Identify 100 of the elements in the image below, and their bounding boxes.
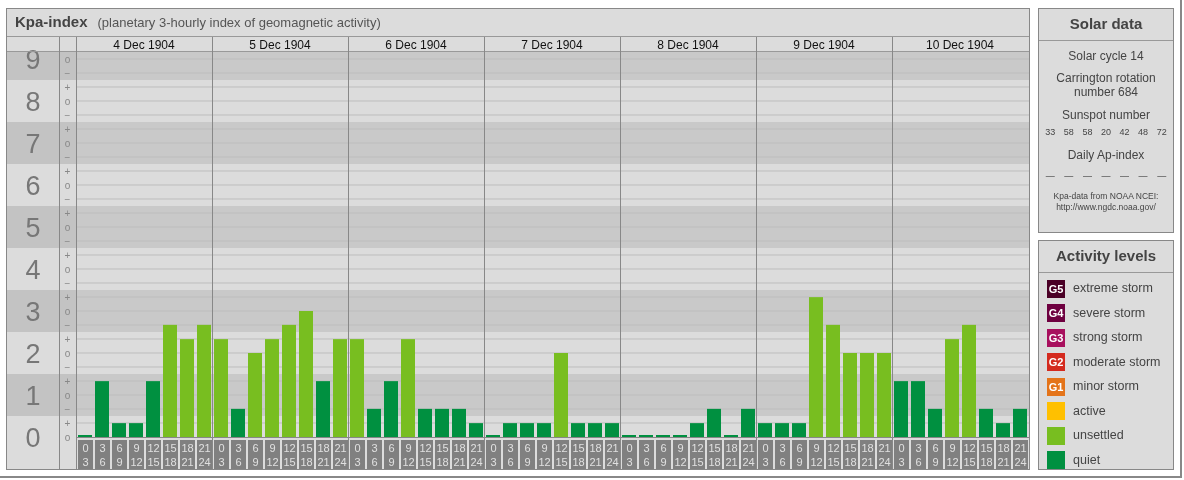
time-slot-label: 21 24 (469, 440, 484, 469)
time-slot-label: 18 21 (180, 440, 195, 469)
sub-level-mark: − (64, 109, 71, 121)
kp-bar (367, 408, 381, 437)
time-slot-label: 18 21 (316, 440, 331, 469)
sub-level-mark: + (64, 417, 71, 429)
kp-bar (503, 423, 517, 437)
sub-level-mark: o (64, 263, 71, 275)
level-label: minor storm (1073, 378, 1139, 396)
ap-index-label: Daily Ap-index (1066, 147, 1146, 162)
sub-level-mark: + (64, 207, 71, 219)
sub-level-mark: − (64, 151, 71, 163)
time-slot-label: 15 18 (299, 440, 314, 469)
axis-label: 2 (25, 339, 41, 369)
level-label: strong storm (1073, 329, 1143, 347)
ap-index-value: — (1064, 169, 1074, 183)
source-url: http://www.ngdc.noaa.gov/ (1056, 202, 1156, 213)
chart-subtitle: (planetary 3-hourly index of geomagnetic activity) (97, 13, 381, 32)
level-badge: G1 (1047, 377, 1065, 396)
time-slot-label: 9 12 (129, 440, 144, 469)
kp-bar (146, 381, 160, 437)
time-slot-label: 0 3 (78, 440, 93, 469)
time-slot-label: 12 15 (826, 440, 841, 469)
time-slot-label: 0 3 (350, 440, 365, 469)
time-slot-label: 6 9 (384, 440, 399, 469)
sub-level-mark: − (64, 235, 71, 247)
time-slot-label: 18 21 (588, 440, 603, 469)
kp-bar (758, 423, 772, 437)
kp-bar (571, 423, 585, 437)
time-slot-label: 6 9 (248, 440, 263, 469)
sub-level-mark: − (64, 361, 71, 373)
axis-label: 1 (25, 381, 41, 411)
date-header: 4 Dec 1904 (113, 37, 175, 52)
kp-bar (537, 423, 551, 437)
level-label: moderate storm (1073, 353, 1161, 371)
sunspot-value: 33 (1045, 126, 1056, 140)
axis-label: 7 (25, 129, 41, 159)
time-slot-label: 3 6 (775, 440, 790, 469)
time-slot-label: 3 6 (911, 440, 926, 469)
ap-index-value: — (1138, 169, 1148, 183)
date-header: 6 Dec 1904 (385, 37, 447, 52)
panel-title: Solar data (1039, 9, 1173, 41)
source-text: Kpa-data from NOAA NCEI: (1053, 191, 1159, 203)
sub-level-mark: − (64, 193, 71, 205)
level-badge: G2 (1047, 353, 1065, 372)
ap-index-value: — (1045, 169, 1055, 183)
sunspot-value: 58 (1082, 126, 1093, 140)
sub-level-mark: + (64, 333, 71, 345)
kp-bar (928, 408, 942, 437)
sunspot-value: 20 (1100, 126, 1111, 140)
level-label: extreme storm (1073, 280, 1153, 298)
axis-label: 5 (25, 213, 41, 243)
time-slot-label: 9 12 (537, 440, 552, 469)
sunspot-value: 72 (1156, 126, 1167, 140)
time-slot-label: 12 15 (690, 440, 705, 469)
time-slot-label: 12 15 (282, 440, 297, 469)
date-header: 10 Dec 1904 (925, 37, 995, 52)
time-slot-label: 6 9 (792, 440, 807, 469)
kp-bar (775, 423, 789, 437)
date-header: 9 Dec 1904 (793, 37, 855, 52)
sunspot-value: 58 (1063, 126, 1074, 140)
axis-label: 6 (25, 171, 41, 201)
kp-bar (469, 423, 483, 437)
axis-label: 0 (25, 423, 41, 453)
sub-level-mark: − (64, 403, 71, 415)
ap-index-value: — (1157, 169, 1167, 183)
time-slot-label: 0 3 (486, 440, 501, 469)
time-slot-label: 9 12 (401, 440, 416, 469)
time-slot-label: 21 24 (1013, 440, 1028, 469)
sub-level-mark: o (64, 431, 71, 443)
kp-bar (435, 408, 449, 437)
kp-bar (792, 423, 806, 437)
kp-bar (112, 423, 126, 437)
sub-level-mark: − (64, 277, 71, 289)
time-slot-label: 21 24 (333, 440, 348, 469)
kp-bar (129, 423, 143, 437)
kp-bar (979, 408, 993, 437)
sub-level-mark: − (64, 67, 71, 79)
time-slot-label: 15 18 (707, 440, 722, 469)
sub-level-mark: + (64, 81, 71, 93)
kp-bar (996, 423, 1010, 437)
axis-label: 3 (25, 297, 41, 327)
sub-level-mark: + (64, 123, 71, 135)
kp-bar (384, 381, 398, 437)
time-slot-label: 21 24 (741, 440, 756, 469)
sunspot-label: Sunspot number (1061, 107, 1151, 123)
level-badge: G4 (1047, 304, 1065, 323)
time-slot-label: 0 3 (894, 440, 909, 469)
time-slot-label: 3 6 (95, 440, 110, 469)
time-slot-label: 21 24 (877, 440, 892, 469)
solar-cycle-text: Solar cycle 14 (1068, 48, 1144, 63)
kp-bar (588, 423, 602, 437)
sub-level-mark: − (64, 319, 71, 331)
time-slot-label: 3 6 (639, 440, 654, 469)
axis-label: 4 (25, 255, 41, 285)
time-slot-label: 15 18 (571, 440, 586, 469)
kp-bar (316, 381, 330, 437)
level-label: active (1073, 402, 1106, 420)
time-slot-label: 6 9 (520, 440, 535, 469)
level-label: unsettled (1073, 427, 1124, 445)
